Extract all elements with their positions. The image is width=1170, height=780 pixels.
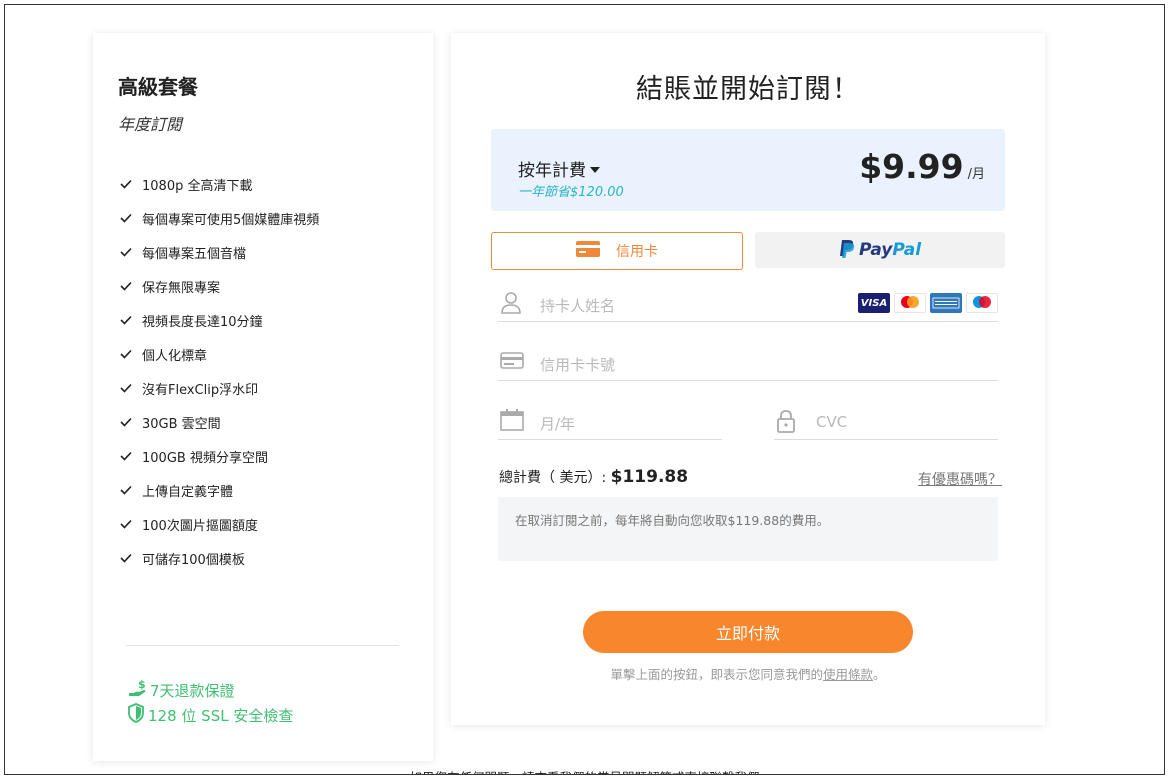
visa-icon: VISA — [858, 293, 890, 313]
feature-label: 1080p 全高清下載 — [142, 178, 253, 194]
terms-notice: 單擊上面的按鈕，即表示您同意我們的使用條款。 — [451, 664, 1045, 683]
feature-item: 每個專案五個音檔 — [120, 235, 319, 269]
check-icon — [120, 281, 142, 291]
total-label: 總計費（ 美元）: — [499, 470, 607, 486]
cardholder-name-field[interactable]: 持卡人姓名 VISA — [498, 285, 998, 322]
feature-item: 保存無限專案 — [120, 269, 319, 303]
feature-item: 可儲存100個模板 — [120, 541, 319, 575]
lock-icon — [776, 409, 796, 437]
maestro-icon — [966, 293, 998, 313]
feature-label: 上傳自定義字體 — [142, 484, 234, 500]
feature-label: 100GB 視頻分享空間 — [142, 450, 268, 466]
expiry-field[interactable]: 月/年 — [498, 403, 722, 440]
card-number-field[interactable]: 信用卡卡號 — [498, 344, 998, 381]
feature-item: 100GB 視頻分享空間 — [120, 439, 319, 473]
paypal-pay-text: Pay — [858, 240, 893, 260]
credit-card-icon — [576, 241, 616, 261]
cvc-placeholder: CVC — [816, 413, 848, 431]
refund-guarantee: $ 7天退款保證 — [127, 678, 235, 702]
price-unit: /月 — [967, 167, 985, 182]
plan-title: 高級套餐 — [118, 75, 198, 99]
ssl-guarantee: 128 位 SSL 安全檢查 — [127, 703, 293, 727]
paypal-logo-icon — [839, 239, 855, 262]
feature-item: 30GB 雲空間 — [120, 405, 319, 439]
money-hand-icon: $ — [127, 678, 150, 702]
billing-period-dropdown[interactable]: 按年計費 — [518, 156, 600, 181]
check-icon — [120, 553, 142, 563]
check-icon — [120, 179, 142, 189]
user-icon — [500, 291, 522, 319]
checkout-card: 結賬並開始訂閱！ 按年計費 一年節省$120.00 $9.99 /月 信用卡 P… — [451, 33, 1045, 725]
check-icon — [120, 417, 142, 427]
terms-prefix: 單擊上面的按鈕，即表示您同意我們的 — [610, 667, 823, 682]
expiry-placeholder: 月/年 — [540, 415, 576, 433]
card-number-placeholder: 信用卡卡號 — [540, 356, 616, 374]
feature-label: 30GB 雲空間 — [142, 416, 221, 432]
paypal-pal-text: Pal — [892, 240, 922, 260]
mastercard-icon — [894, 293, 926, 313]
card-icon — [500, 350, 524, 374]
feature-label: 保存無限專案 — [142, 280, 221, 296]
feature-label: 100次圖片摳圖額度 — [142, 518, 258, 534]
tab-credit-card-label: 信用卡 — [616, 244, 658, 260]
check-icon — [120, 315, 142, 325]
total-cost: 總計費（ 美元）: $119.88 — [499, 467, 688, 487]
tab-credit-card[interactable]: 信用卡 — [491, 232, 743, 270]
feature-label: 沒有FlexClip浮水印 — [142, 382, 259, 398]
checkout-title: 結賬並開始訂閱！ — [636, 74, 860, 105]
calendar-icon — [500, 409, 524, 435]
terms-suffix: 。 — [873, 667, 886, 682]
feature-label: 每個專案可使用5個媒體庫視頻 — [142, 212, 320, 228]
feature-list: 1080p 全高清下載 每個專案可使用5個媒體庫視頻 每個專案五個音檔 保存無限… — [120, 167, 319, 575]
billing-savings: 一年節省$120.00 — [518, 185, 624, 200]
refund-label: 7天退款保證 — [150, 681, 235, 700]
feature-label: 個人化標章 — [142, 348, 208, 364]
amex-icon — [930, 293, 962, 313]
price: $9.99 /月 — [859, 147, 985, 186]
feature-item: 個人化標章 — [120, 337, 319, 371]
total-amount: $119.88 — [610, 467, 689, 487]
check-icon — [120, 349, 142, 359]
svg-text:$: $ — [138, 678, 146, 691]
check-icon — [120, 383, 142, 393]
pay-now-button[interactable]: 立即付款 — [583, 611, 913, 653]
tab-paypal[interactable]: PayPal — [755, 232, 1005, 268]
ssl-label: 128 位 SSL 安全檢查 — [148, 706, 294, 725]
card-brands: VISA — [858, 293, 998, 313]
check-icon — [120, 519, 142, 529]
coupon-link[interactable]: 有優惠碼嗎？ — [918, 469, 1002, 489]
page-frame: 高級套餐 年度訂閱 1080p 全高清下載 每個專案可使用5個媒體庫視頻 每個專… — [4, 4, 1165, 775]
check-icon — [120, 213, 142, 223]
renewal-notice: 在取消訂閱之前，每年將自動向您收取$119.88的費用。 — [498, 497, 998, 561]
footer-help-text: 如果您有任何問題，請查看我們的常見問題解答或直接聯繫我們 — [5, 767, 1164, 774]
feature-item: 上傳自定義字體 — [120, 473, 319, 507]
feature-label: 每個專案五個音檔 — [142, 246, 247, 262]
billing-period-label: 按年計費 — [518, 161, 586, 181]
feature-item: 每個專案可使用5個媒體庫視頻 — [120, 201, 319, 235]
price-amount: $9.99 — [859, 147, 964, 186]
feature-item: 1080p 全高清下載 — [120, 167, 319, 201]
check-icon — [120, 485, 142, 495]
plan-card: 高級套餐 年度訂閱 1080p 全高清下載 每個專案可使用5個媒體庫視頻 每個專… — [93, 33, 433, 761]
divider — [126, 645, 399, 646]
terms-link[interactable]: 使用條款 — [823, 667, 873, 682]
feature-item: 視頻長度長達10分鐘 — [120, 303, 319, 337]
cvc-field[interactable]: CVC — [774, 403, 998, 440]
feature-item: 沒有FlexClip浮水印 — [120, 371, 319, 405]
cardholder-name-placeholder: 持卡人姓名 — [540, 297, 616, 315]
chevron-down-icon — [590, 167, 600, 173]
shield-icon — [127, 703, 148, 727]
feature-item: 100次圖片摳圖額度 — [120, 507, 319, 541]
plan-subtitle: 年度訂閱 — [118, 115, 183, 134]
check-icon — [120, 247, 142, 257]
billing-summary: 按年計費 一年節省$120.00 $9.99 /月 — [491, 129, 1005, 211]
feature-label: 可儲存100個模板 — [142, 552, 245, 568]
check-icon — [120, 451, 142, 461]
feature-label: 視頻長度長達10分鐘 — [142, 314, 263, 330]
